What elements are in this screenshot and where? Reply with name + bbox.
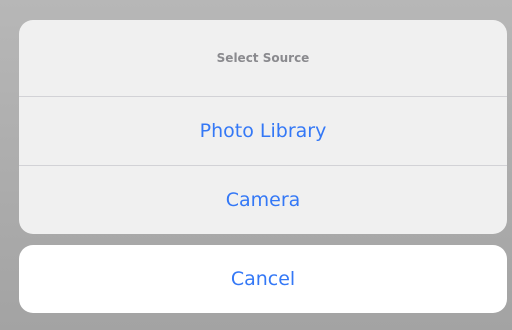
action-sheet-options: Select Source Photo Library Camera: [19, 20, 507, 234]
cancel-group: Cancel: [19, 245, 507, 313]
photo-library-button[interactable]: Photo Library: [19, 97, 507, 166]
camera-button[interactable]: Camera: [19, 166, 507, 234]
dimmed-background: Select Source Photo Library Camera Cance…: [0, 0, 512, 330]
action-sheet-title: Select Source: [19, 20, 507, 97]
cancel-button[interactable]: Cancel: [19, 245, 507, 313]
action-sheet: Select Source Photo Library Camera Cance…: [19, 20, 507, 313]
